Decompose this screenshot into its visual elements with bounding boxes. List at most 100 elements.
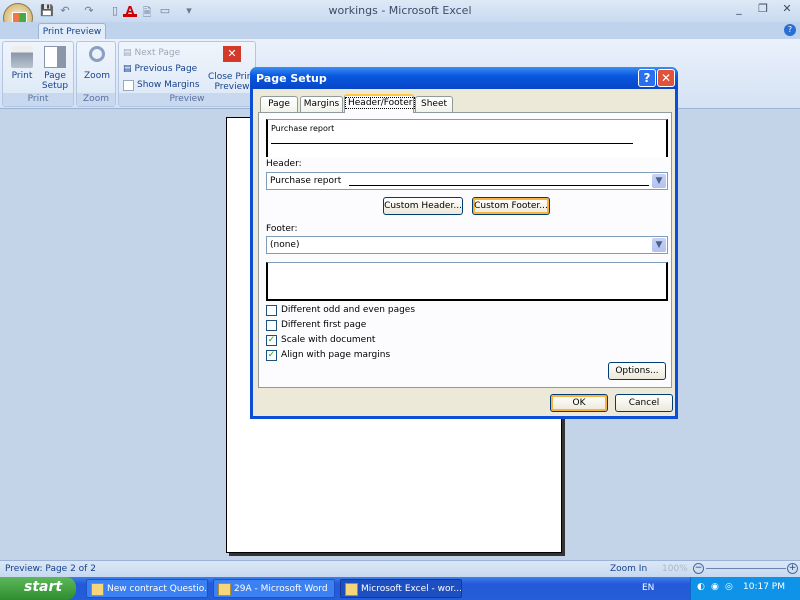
start-label: start bbox=[24, 579, 63, 595]
checkbox-label: Align with page margins bbox=[281, 350, 391, 360]
checkbox-label: Different first page bbox=[281, 320, 367, 330]
status-bar: Preview: Page 2 of 2 Zoom In 100% − + bbox=[0, 560, 800, 577]
zoom-label: Zoom bbox=[84, 71, 110, 81]
show-margins-checkbox[interactable]: Show Margins bbox=[123, 77, 200, 93]
options-list: Different odd and even pages Different f… bbox=[266, 303, 415, 362]
task-new-contract[interactable]: New contract Questio... bbox=[86, 579, 208, 598]
customize-toolbar-icon[interactable]: ▾ bbox=[182, 4, 196, 17]
start-button[interactable]: start bbox=[0, 577, 76, 600]
checkmark-icon: ✓ bbox=[266, 334, 277, 346]
footer-select-value: (none) bbox=[270, 240, 300, 250]
tray-icon[interactable]: ◉ bbox=[711, 582, 719, 592]
clock: 10:17 PM bbox=[743, 582, 785, 592]
page-setup-label: Page Setup bbox=[41, 71, 69, 91]
next-page-label: Next Page bbox=[134, 48, 181, 58]
tab-label: Header/Footer bbox=[345, 97, 416, 109]
save-icon[interactable]: 💾 bbox=[40, 4, 54, 17]
tab-label: Sheet bbox=[420, 99, 448, 109]
close-preview-icon: ✕ bbox=[223, 46, 241, 62]
header-underline bbox=[349, 185, 649, 186]
page-setup-button[interactable]: Page Setup bbox=[39, 46, 71, 91]
language-indicator[interactable]: EN bbox=[642, 583, 654, 593]
zoom-level: 100% bbox=[662, 564, 688, 574]
group-preview: ▤ Next Page ▤ Previous Page Show Margins ✕… bbox=[118, 41, 256, 107]
header-select[interactable]: Purchase report ▼ bbox=[266, 172, 668, 190]
printer-icon bbox=[11, 46, 33, 68]
page-setup-icon bbox=[44, 46, 66, 68]
group-zoom: Zoom Zoom bbox=[76, 41, 116, 107]
previous-page-button[interactable]: ▤ Previous Page bbox=[123, 61, 200, 77]
task-excel[interactable]: Microsoft Excel - wor... bbox=[340, 579, 462, 598]
ok-button[interactable]: OK bbox=[550, 394, 608, 412]
header-underline bbox=[271, 143, 633, 144]
close-button[interactable]: ✕ bbox=[776, 2, 798, 18]
scale-with-document-checkbox[interactable]: ✓ Scale with document bbox=[266, 333, 415, 347]
tab-header-footer[interactable]: Header/Footer bbox=[344, 94, 416, 113]
show-margins-label: Show Margins bbox=[137, 80, 200, 90]
checkbox-icon bbox=[266, 304, 277, 316]
font-color-icon[interactable]: A bbox=[123, 4, 137, 17]
custom-footer-button[interactable]: Custom Footer... bbox=[472, 197, 550, 215]
redo-icon[interactable]: ↷ bbox=[82, 4, 96, 17]
group-label-zoom: Zoom bbox=[77, 93, 115, 106]
help-icon[interactable]: ? bbox=[784, 24, 796, 36]
previous-page-label: Previous Page bbox=[134, 64, 198, 74]
dialog-close-button[interactable]: ✕ bbox=[657, 69, 675, 87]
status-text: Preview: Page 2 of 2 bbox=[5, 564, 96, 574]
dialog-help-button[interactable]: ? bbox=[638, 69, 656, 87]
next-page-button[interactable]: ▤ Next Page bbox=[123, 45, 200, 61]
undo-icon[interactable]: ↶ bbox=[58, 4, 72, 17]
checkbox-label: Different odd and even pages bbox=[281, 305, 416, 315]
custom-header-button[interactable]: Custom Header... bbox=[383, 197, 463, 215]
group-label-preview: Preview bbox=[119, 93, 255, 106]
group-print: Print Page Setup Print bbox=[2, 41, 74, 107]
header-select-value: Purchase report bbox=[270, 176, 342, 186]
options-button[interactable]: Options... bbox=[608, 362, 666, 380]
dialog-title-bar: Page Setup ? ✕ bbox=[250, 67, 678, 89]
close-print-preview-label: Close Print Preview bbox=[207, 72, 257, 92]
tab-print-preview[interactable]: Print Preview bbox=[38, 23, 106, 40]
zoom-in-label[interactable]: Zoom In bbox=[610, 564, 647, 574]
tab-page[interactable]: Page bbox=[260, 96, 298, 112]
chevron-down-icon[interactable]: ▼ bbox=[652, 238, 666, 252]
ribbon-tab-row bbox=[0, 22, 800, 39]
print-label: Print bbox=[11, 71, 33, 81]
checkbox-label: Scale with document bbox=[281, 335, 376, 345]
restore-button[interactable]: ❐ bbox=[752, 2, 774, 18]
checkbox-icon bbox=[123, 79, 134, 91]
next-page-icon: ▤ bbox=[123, 48, 132, 58]
zoom-in-icon[interactable]: + bbox=[787, 563, 798, 574]
zoom-out-icon[interactable]: − bbox=[693, 563, 704, 574]
chevron-down-icon[interactable]: ▼ bbox=[652, 174, 666, 188]
different-odd-even-checkbox[interactable]: Different odd and even pages bbox=[266, 303, 415, 317]
align-with-margins-checkbox[interactable]: ✓ Align with page margins bbox=[266, 348, 415, 362]
tray-icon[interactable]: ◐ bbox=[697, 582, 705, 592]
cancel-button[interactable]: Cancel bbox=[615, 394, 673, 412]
tab-margins[interactable]: Margins bbox=[300, 96, 343, 112]
task-word[interactable]: 29A - Microsoft Word bbox=[213, 579, 335, 598]
tab-label: Page bbox=[268, 99, 290, 109]
header-label: Header: bbox=[266, 159, 302, 169]
print-preview-icon[interactable]: 🗎 bbox=[140, 4, 154, 19]
checkbox-icon bbox=[266, 319, 277, 331]
magnifier-icon bbox=[89, 46, 105, 62]
header-preview-text: Purchase report bbox=[271, 124, 335, 133]
zoom-button[interactable]: Zoom bbox=[81, 46, 113, 81]
minimize-button[interactable]: _ bbox=[728, 2, 750, 18]
tab-label: Margins bbox=[303, 99, 340, 109]
different-first-page-checkbox[interactable]: Different first page bbox=[266, 318, 415, 332]
zoom-slider[interactable] bbox=[706, 568, 786, 569]
open-icon[interactable]: ▭ bbox=[158, 4, 172, 17]
print-button[interactable]: Print bbox=[7, 46, 37, 81]
tray-icon[interactable]: ◎ bbox=[725, 582, 733, 592]
footer-select[interactable]: (none) ▼ bbox=[266, 236, 668, 254]
page-setup-dialog: Page Setup ? ✕ Page Margins Header/Foote… bbox=[250, 67, 678, 419]
tab-sheet[interactable]: Sheet bbox=[415, 96, 453, 112]
header-preview: Purchase report bbox=[266, 119, 668, 157]
group-label-print: Print bbox=[3, 93, 73, 106]
footer-preview bbox=[266, 262, 668, 301]
new-icon[interactable]: ▯ bbox=[108, 4, 122, 17]
checkmark-icon: ✓ bbox=[266, 349, 277, 361]
previous-page-icon: ▤ bbox=[123, 64, 132, 74]
system-tray: ◐ ◉ ◎ 10:17 PM bbox=[690, 577, 800, 600]
